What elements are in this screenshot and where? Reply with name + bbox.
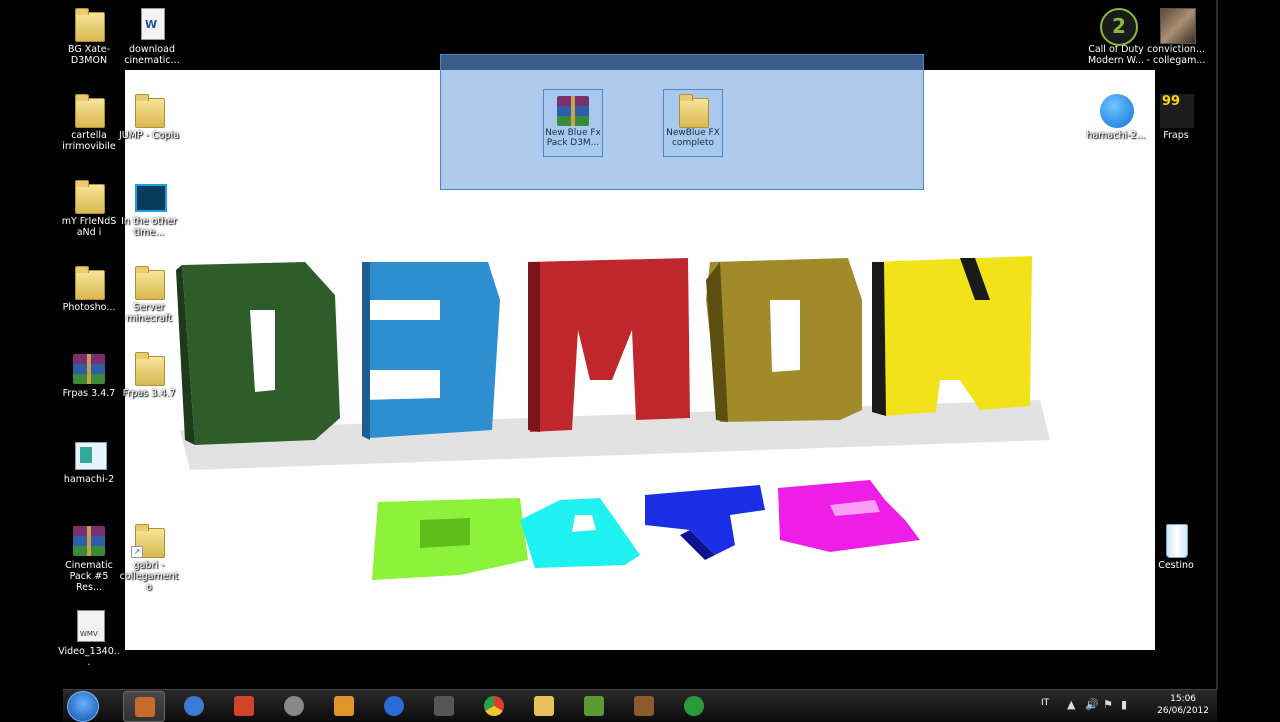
desktop-icon[interactable]: Photosho...	[58, 264, 120, 313]
desktop-icon[interactable]: cartella irrimovibile	[58, 92, 120, 152]
clock[interactable]: 15:06 26/06/2012	[1157, 693, 1209, 717]
ie-addon-icon	[234, 696, 254, 716]
network-signal-icon[interactable]: ▮	[1121, 699, 1133, 711]
desktop-icon[interactable]: 2 Call of Duty Modern W...	[1085, 6, 1147, 66]
desktop-icon[interactable]: BG Xate-D3MON	[58, 6, 120, 66]
clock-date: 26/06/2012	[1157, 706, 1209, 716]
desktop-icon[interactable]: In the other time...	[118, 178, 180, 238]
explorer-icon	[534, 696, 554, 716]
taskbar-button[interactable]	[673, 691, 713, 720]
desktop-icon[interactable]: hamachi-2	[58, 436, 120, 485]
globe-app-icon	[384, 696, 404, 716]
chrome-icon	[484, 696, 504, 716]
desktop-icon[interactable]: Video_1340...	[58, 608, 120, 668]
hamachi-icon	[75, 442, 107, 470]
taskbar-button[interactable]	[523, 691, 563, 720]
video-app-icon	[434, 696, 454, 716]
desktop-icon[interactable]: Cinematic Pack #5 Res...	[58, 522, 120, 593]
folder-icon	[75, 94, 105, 128]
document-icon	[141, 8, 165, 40]
taskbar-button[interactable]	[223, 691, 263, 720]
taskbar-button[interactable]	[623, 691, 663, 720]
selection-top-bar	[441, 55, 923, 70]
desktop-icon[interactable]: Cestino	[1145, 522, 1207, 571]
taskbar: IT ▲ 🔊 ⚑ ▮ 15:06 26/06/2012	[63, 689, 1217, 722]
eye-icon	[184, 696, 204, 716]
desktop-icon[interactable]: 99 Fraps	[1145, 92, 1207, 141]
folder-icon	[75, 266, 105, 300]
folder-icon	[135, 94, 165, 128]
folder-icon	[135, 266, 165, 300]
media-player-icon	[334, 696, 354, 716]
taskbar-button[interactable]	[423, 691, 463, 720]
show-hidden-icons-arrow-icon[interactable]: ▲	[1067, 699, 1079, 711]
taskbar-button[interactable]	[273, 691, 313, 720]
desktop-icon[interactable]: download cinematic...	[121, 6, 183, 66]
folder-icon	[679, 94, 709, 128]
sourcemod-icon	[135, 697, 155, 717]
desktop-icon[interactable]: hamachi-2...	[1085, 92, 1147, 141]
hamachi-globe-icon	[1100, 94, 1134, 128]
selected-desktop-icon[interactable]: New Blue Fx Pack D3M...	[543, 89, 603, 157]
desktop-icon[interactable]: ↗ gabri - collegamento	[118, 522, 180, 593]
desktop-icon[interactable]: Frpas 3.4.7	[118, 350, 180, 399]
recycle-bin-icon	[1166, 524, 1188, 558]
folder-icon	[135, 352, 165, 386]
desktop-icon[interactable]: Server minecraft	[118, 264, 180, 324]
taskbar-button[interactable]	[173, 691, 213, 720]
system-tray: IT ▲ 🔊 ⚑ ▮ 15:06 26/06/2012	[1027, 690, 1217, 721]
game-photo-icon	[1160, 8, 1196, 44]
language-indicator[interactable]: IT	[1041, 698, 1049, 708]
folder-icon	[75, 180, 105, 214]
fraps-icon: 99	[1160, 94, 1194, 128]
utorrent-icon	[684, 696, 704, 716]
shortcut-arrow-icon: ↗	[131, 546, 143, 558]
selected-desktop-icon[interactable]: NewBlue FX completo	[663, 89, 723, 157]
desktop-icon[interactable]: JUMP - Copia	[118, 92, 180, 141]
clock-time: 15:06	[1170, 694, 1197, 704]
winrar-icon	[73, 526, 105, 556]
desktop-icon[interactable]: mY FrIeNdS aNd i	[58, 178, 120, 238]
taskbar-button[interactable]	[123, 691, 165, 722]
minecraft-icon	[584, 696, 604, 716]
start-button[interactable]	[67, 691, 99, 722]
winrar-icon	[73, 354, 105, 384]
selection-rectangle[interactable]: New Blue Fx Pack D3M... NewBlue FX compl…	[440, 54, 924, 190]
rar-app-icon	[634, 696, 654, 716]
winrar-icon	[557, 96, 589, 126]
media-center-icon	[284, 696, 304, 716]
taskbar-button[interactable]	[323, 691, 363, 720]
video-file-icon	[135, 184, 167, 212]
folder-icon	[75, 8, 105, 42]
desktop-icon[interactable]: Frpas 3.4.7	[58, 350, 120, 399]
cod-icon: 2	[1100, 8, 1138, 46]
volume-icon[interactable]: 🔊	[1085, 699, 1099, 711]
screen-divider	[1216, 0, 1218, 690]
action-center-flag-icon[interactable]: ⚑	[1103, 699, 1115, 711]
taskbar-button[interactable]	[573, 691, 613, 720]
taskbar-button[interactable]	[373, 691, 413, 720]
taskbar-button[interactable]	[473, 691, 513, 720]
video-file-icon	[77, 610, 105, 642]
desktop-icon[interactable]: conviction... - collegam...	[1145, 6, 1207, 66]
